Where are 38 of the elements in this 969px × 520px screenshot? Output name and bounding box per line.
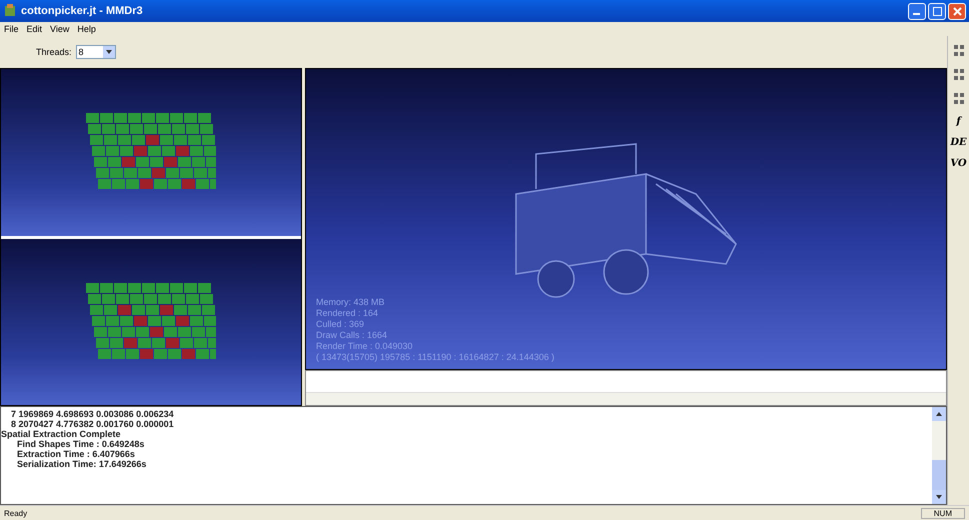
threads-dropdown[interactable]: 8 xyxy=(76,44,116,59)
tool-button[interactable]: VO xyxy=(950,158,967,169)
status-text: Ready xyxy=(4,509,28,518)
menu-item[interactable]: File xyxy=(4,24,19,34)
log-line: Spatial Extraction Complete xyxy=(1,429,122,440)
app-icon xyxy=(3,4,17,18)
minimize-button[interactable] xyxy=(908,2,926,20)
log-line: 7 1969869 4.698693 0.003086 0.006234 xyxy=(10,409,175,420)
log-line: 8 2070427 4.776382 0.001760 0.000001 xyxy=(10,419,175,430)
close-button[interactable] xyxy=(948,2,966,20)
stats-line: Rendered : 164 xyxy=(316,308,380,319)
window-title: cottonpicker.jt - MMDr3 xyxy=(21,5,143,17)
stats-line: Draw Calls : 1664 xyxy=(316,330,388,341)
dropdown-arrow-icon xyxy=(106,50,112,54)
maximize-icon xyxy=(932,6,942,16)
status-indicator: NUM xyxy=(920,508,965,519)
stats-line: Render Time : 0.049030 xyxy=(316,340,414,352)
close-icon xyxy=(952,6,962,16)
maximize-button[interactable] xyxy=(928,2,946,20)
scroll-up-icon xyxy=(936,412,942,416)
grid-icon[interactable] xyxy=(952,44,964,58)
log-line: Serialization Time: 17.649266s xyxy=(16,459,148,470)
grid-icon[interactable] xyxy=(952,68,964,82)
log-line: Find Shapes Time : 0.649248s xyxy=(16,439,146,450)
grid-icon[interactable] xyxy=(952,92,964,106)
tool-button[interactable]: f xyxy=(956,116,961,127)
log-line: Extraction Time : 6.407966s xyxy=(16,449,136,460)
stats-line: ( 13473(15705) 195785 : 1151190 : 16164827 : 24.144306 ) xyxy=(316,352,554,363)
menu-item[interactable]: View xyxy=(50,24,70,34)
menu-item[interactable]: Edit xyxy=(26,24,42,34)
vertical-scrollbar[interactable] xyxy=(932,407,946,504)
stats-line: Culled : 369 xyxy=(316,318,366,330)
horizontal-scrollbar[interactable] xyxy=(306,392,946,406)
stats-line: Memory: 438 MB xyxy=(316,296,386,308)
scroll-down-icon xyxy=(936,495,942,499)
threads-label: Threads: xyxy=(36,46,72,57)
menu-item[interactable]: Help xyxy=(77,24,96,34)
tool-button[interactable]: DE xyxy=(950,137,967,148)
